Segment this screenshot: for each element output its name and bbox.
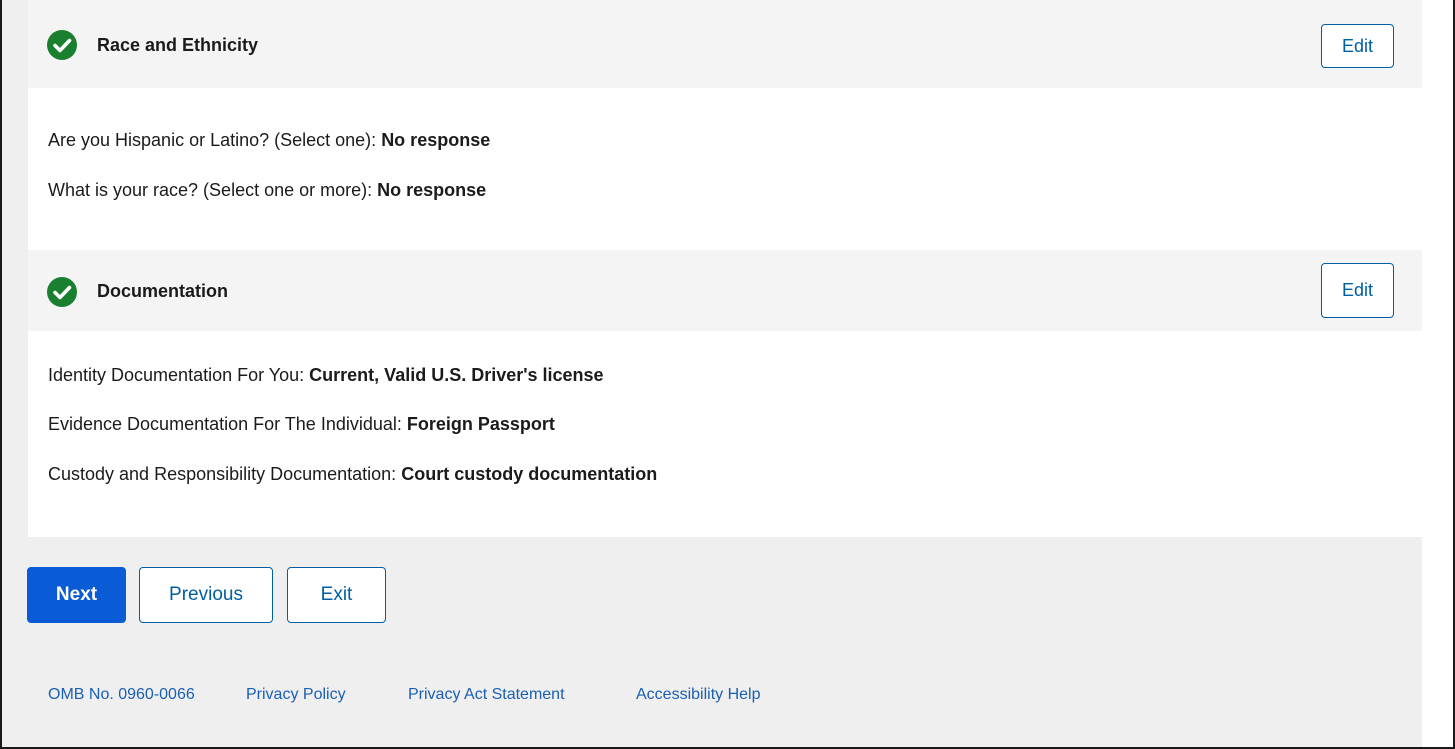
section-title: Documentation: [97, 281, 229, 301]
exit-button[interactable]: Exit: [287, 567, 386, 623]
next-button[interactable]: Next: [27, 567, 126, 623]
section-title: Race and Ethnicity: [97, 35, 259, 55]
section-header: Race and Ethnicity Edit: [28, 0, 1422, 88]
row-label: Are you Hispanic or Latino? (Select one)…: [48, 130, 382, 150]
accessibility-help-link[interactable]: Accessibility Help: [636, 686, 760, 704]
row-label: Custody and Responsibility Documentation…: [48, 464, 402, 484]
race-ethnicity-section: Race and Ethnicity Edit Are you Hispanic…: [28, 0, 1422, 250]
row-label: What is your race? (Select one or more):: [48, 180, 378, 200]
previous-button[interactable]: Previous: [139, 567, 273, 623]
row-label: Identity Documentation For You:: [48, 365, 310, 385]
custody-documentation-row: Custody and Responsibility Documentation…: [48, 464, 657, 485]
check-circle-icon: [47, 30, 77, 60]
row-label: Evidence Documentation For The Individua…: [48, 414, 407, 434]
documentation-section: Documentation Edit Identity Documentatio…: [28, 250, 1422, 537]
row-value: No response: [381, 130, 491, 150]
section-header: Documentation Edit: [28, 250, 1422, 331]
privacy-policy-link[interactable]: Privacy Policy: [246, 686, 346, 704]
row-value: Foreign Passport: [406, 414, 555, 434]
right-gutter: [1422, 0, 1453, 749]
identity-documentation-row: Identity Documentation For You: Current,…: [48, 365, 604, 386]
edit-race-ethnicity-button[interactable]: Edit: [1321, 24, 1394, 68]
edit-documentation-button[interactable]: Edit: [1321, 263, 1394, 318]
row-value: Current, Valid U.S. Driver's license: [309, 365, 604, 385]
check-circle-icon: [47, 277, 77, 307]
hispanic-latino-row: Are you Hispanic or Latino? (Select one)…: [48, 130, 490, 151]
row-value: Court custody documentation: [401, 464, 658, 484]
row-value: No response: [377, 180, 487, 200]
privacy-act-statement-link[interactable]: Privacy Act Statement: [408, 686, 565, 704]
omb-number-link[interactable]: OMB No. 0960-0066: [48, 686, 195, 704]
race-row: What is your race? (Select one or more):…: [48, 180, 486, 201]
evidence-documentation-row: Evidence Documentation For The Individua…: [48, 414, 555, 435]
